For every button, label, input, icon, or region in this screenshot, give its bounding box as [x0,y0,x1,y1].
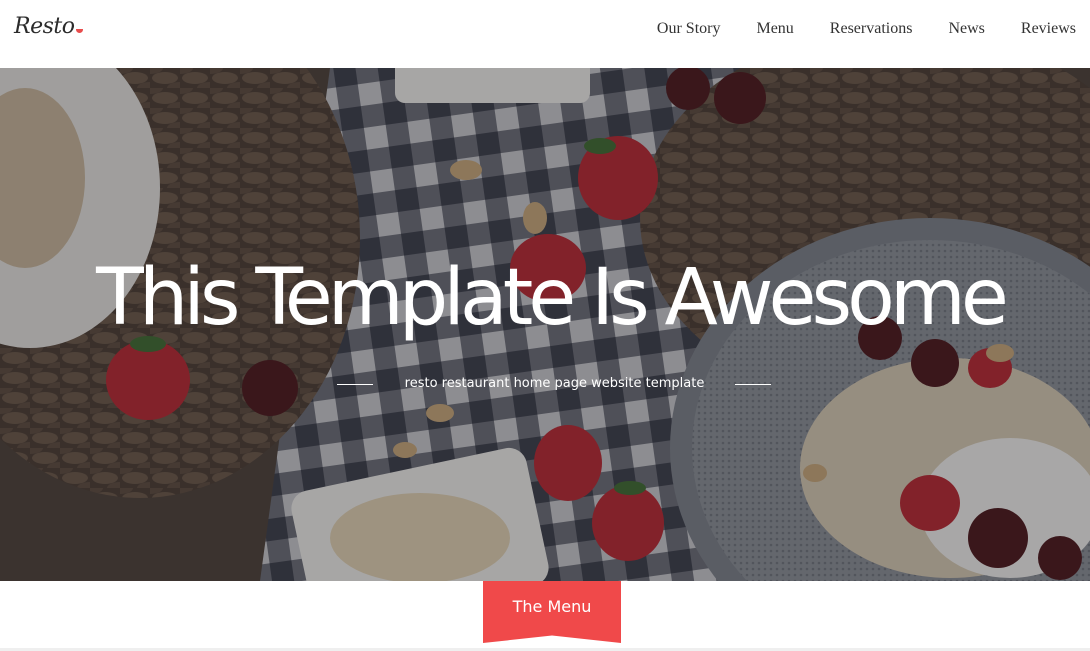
hero-title: This Template Is Awesome [96,253,1009,343]
nav-item-reservations[interactable]: Reservations [830,20,913,38]
nav-item-reviews[interactable]: Reviews [1021,20,1076,38]
nav-item-menu[interactable]: Menu [756,20,793,38]
hero-subtitle: resto restaurant home page website templ… [404,376,705,391]
the-menu-label: The Menu [512,597,592,616]
logo[interactable]: Resto [14,14,84,39]
site-header: Resto Our Story Menu Reservations News R… [0,0,1090,68]
main-nav: Our Story Menu Reservations News Reviews [657,20,1076,38]
hero-divider-right [735,384,771,385]
the-menu-ribbon[interactable]: The Menu [483,581,621,643]
logo-dot-icon [76,29,84,33]
hero-banner: This Template Is Awesome resto restauran… [0,68,1090,581]
logo-text: Resto [14,14,75,39]
nav-item-our-story[interactable]: Our Story [657,20,721,38]
nav-item-news[interactable]: News [948,20,984,38]
